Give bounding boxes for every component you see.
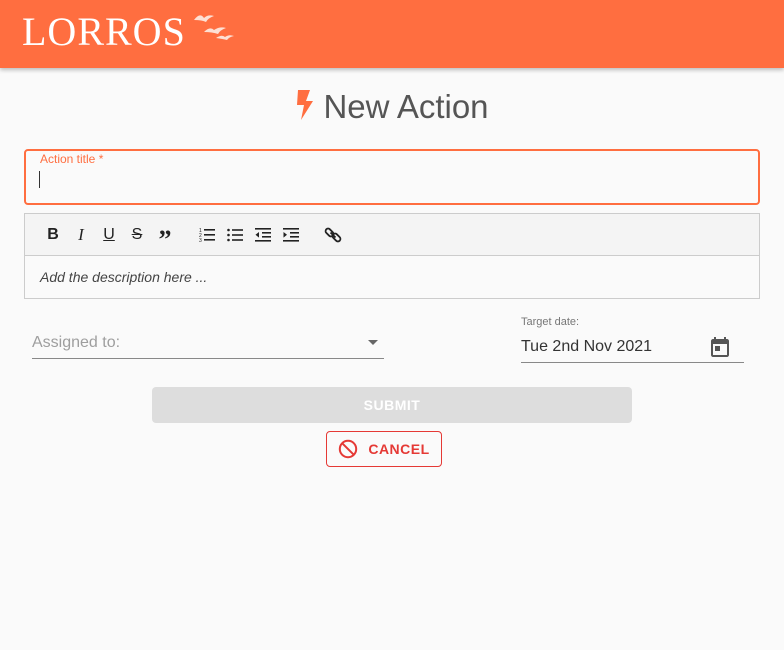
target-date-value: Tue 2nd Nov 2021 <box>521 338 653 355</box>
chevron-down-icon <box>368 340 378 345</box>
calendar-icon[interactable] <box>708 335 732 359</box>
bulleted-list-button[interactable] <box>221 221 249 249</box>
blockquote-button[interactable]: ” <box>151 221 179 253</box>
bold-button[interactable]: B <box>39 221 67 249</box>
cancel-button[interactable]: CANCEL <box>326 431 442 467</box>
bulleted-list-icon <box>227 228 243 241</box>
svg-text:3: 3 <box>199 238 202 243</box>
italic-button[interactable]: I <box>67 221 95 249</box>
target-date-field[interactable]: Target date: Tue 2nd Nov 2021 <box>521 313 744 363</box>
outdent-button[interactable] <box>249 221 277 249</box>
ordered-list-button[interactable]: 1 2 3 <box>193 221 221 249</box>
action-title-label: Action title * <box>38 152 106 166</box>
description-placeholder: Add the description here ... <box>40 269 208 285</box>
page-title-text: New Action <box>323 88 489 125</box>
strikethrough-button[interactable]: S <box>123 221 151 249</box>
assigned-to-select[interactable]: Assigned to: <box>32 326 384 359</box>
ordered-list-icon: 1 2 3 <box>199 228 215 243</box>
logo[interactable]: LORROS <box>22 8 234 54</box>
submit-button[interactable]: SUBMIT <box>152 387 632 423</box>
description-editor: B I U S ” 1 2 3 Add the description here… <box>24 213 760 299</box>
indent-button[interactable] <box>277 221 305 249</box>
underline-button[interactable]: U <box>95 221 123 249</box>
target-date-label: Target date: <box>521 316 580 328</box>
action-title-field[interactable]: Action title * <box>24 149 760 205</box>
logo-text: LORROS <box>22 9 186 54</box>
description-input[interactable]: Add the description here ... <box>25 256 759 299</box>
bolt-icon <box>297 90 314 120</box>
indent-icon <box>283 227 299 242</box>
app-header: LORROS <box>0 0 784 68</box>
cancel-icon <box>339 439 358 459</box>
link-button[interactable] <box>319 221 347 249</box>
text-caret <box>39 171 40 188</box>
outdent-icon <box>255 227 271 242</box>
assigned-to-label: Assigned to: <box>32 334 121 351</box>
page-title: New Action <box>0 88 784 126</box>
link-icon <box>324 227 342 242</box>
editor-toolbar: B I U S ” 1 2 3 <box>25 214 759 256</box>
birds-icon <box>193 15 234 40</box>
cancel-label: CANCEL <box>368 441 430 457</box>
